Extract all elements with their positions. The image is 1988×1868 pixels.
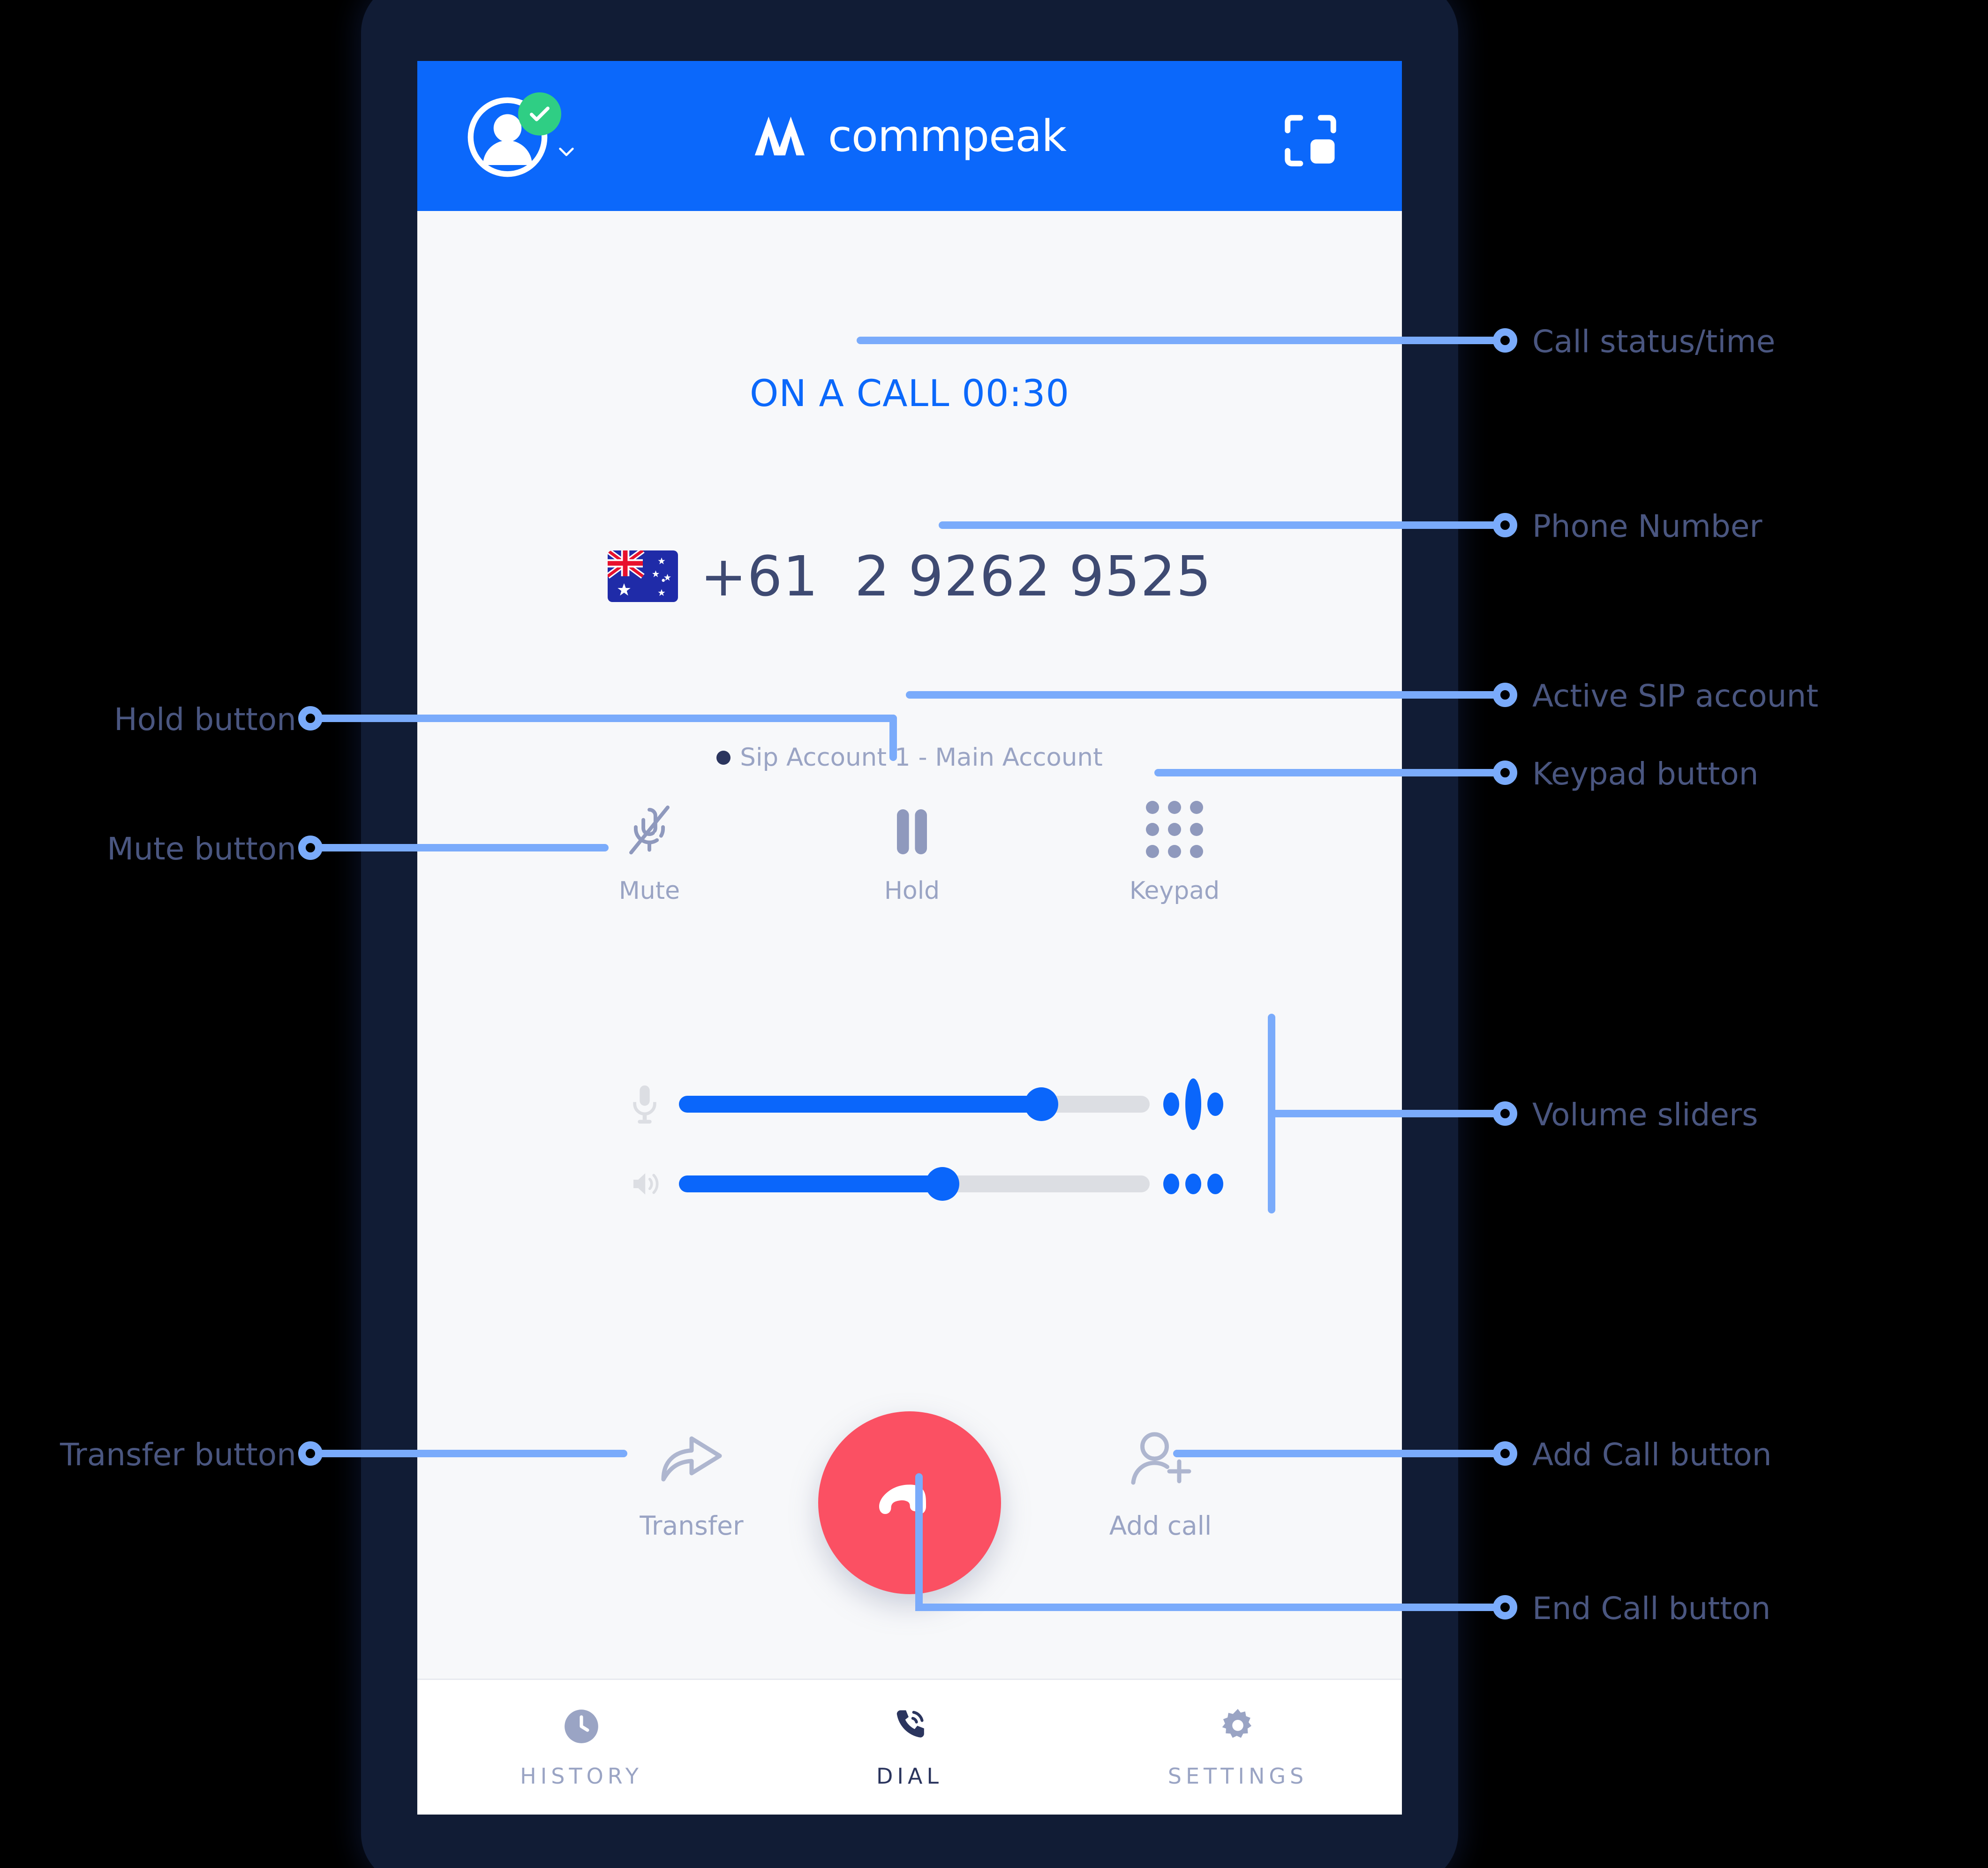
- marker-end-call: [1493, 1595, 1517, 1619]
- annotation-phone-number: Phone Number: [1532, 508, 1762, 544]
- nav-label-dial: DIAL: [876, 1763, 943, 1789]
- marker-mute: [298, 836, 323, 860]
- account-switcher[interactable]: [467, 92, 607, 181]
- hold-button[interactable]: Hold: [835, 802, 989, 905]
- sip-account-label: Sip Account 1 - Main Account: [740, 743, 1103, 772]
- bottom-navigation: HISTORY DIAL SETTINGS: [417, 1679, 1402, 1815]
- person-add-icon: [1128, 1430, 1193, 1486]
- marker-transfer: [298, 1441, 323, 1466]
- app-header: commpeak: [417, 61, 1402, 211]
- nav-label-settings: SETTINGS: [1167, 1763, 1308, 1789]
- nav-item-settings[interactable]: SETTINGS: [1074, 1706, 1402, 1789]
- volume-sliders: [619, 1064, 1228, 1224]
- keypad-label: Keypad: [1129, 877, 1220, 905]
- keypad-button[interactable]: Keypad: [1097, 801, 1252, 905]
- call-action-bar: Transfer Add call: [417, 1411, 1402, 1655]
- marker-hold: [298, 706, 323, 731]
- marker-volume: [1493, 1101, 1517, 1126]
- transfer-button[interactable]: Transfer: [591, 1430, 792, 1541]
- annotation-keypad: Keypad button: [1532, 756, 1759, 792]
- brand-name: commpeak: [828, 110, 1067, 161]
- active-sip-account[interactable]: Sip Account 1 - Main Account: [417, 743, 1402, 772]
- phone-ring-icon: [889, 1706, 930, 1747]
- microphone-volume-row: [619, 1064, 1228, 1144]
- annotation-volume: Volume sliders: [1532, 1097, 1758, 1133]
- marker-keypad: [1493, 761, 1517, 785]
- gear-icon: [1218, 1706, 1258, 1747]
- speaker-volume-row: [619, 1144, 1228, 1224]
- pause-icon: [893, 802, 931, 858]
- add-call-button[interactable]: Add call: [1060, 1430, 1261, 1541]
- mute-label: Mute: [618, 877, 680, 905]
- phone-number-row: +61 2 9262 9525: [417, 544, 1402, 609]
- end-call-button[interactable]: [818, 1411, 1001, 1594]
- check-badge-icon: [518, 92, 561, 136]
- australia-flag-icon: [607, 550, 678, 602]
- annotation-hold: Hold button: [114, 701, 296, 738]
- marker-call-status: [1493, 328, 1517, 353]
- marker-sip-account: [1493, 683, 1517, 707]
- nav-label-history: HISTORY: [520, 1763, 643, 1789]
- mute-button[interactable]: Mute: [572, 802, 727, 905]
- call-controls: Mute Hold Keypad: [572, 801, 1252, 905]
- annotation-mute: Mute button: [107, 831, 296, 867]
- phone-hangup-icon: [870, 1477, 949, 1529]
- add-call-label: Add call: [1109, 1511, 1212, 1541]
- annotation-call-status: Call status/time: [1532, 324, 1776, 360]
- nav-item-dial[interactable]: DIAL: [746, 1706, 1074, 1789]
- commpeak-mark-icon: [753, 113, 814, 158]
- dial-pad-icon: [1146, 801, 1203, 858]
- annotation-sip-account: Active SIP account: [1532, 678, 1819, 714]
- picture-in-picture-icon[interactable]: [1280, 110, 1341, 171]
- annotation-add-call: Add Call button: [1532, 1437, 1772, 1473]
- phone-number: +61 2 9262 9525: [700, 544, 1212, 609]
- nav-item-history[interactable]: HISTORY: [417, 1706, 746, 1789]
- clock-icon: [561, 1706, 602, 1747]
- speaker-volume-slider[interactable]: [679, 1167, 1150, 1201]
- brand-logo: commpeak: [753, 110, 1067, 161]
- microphone-volume-slider[interactable]: [679, 1087, 1150, 1121]
- share-arrow-icon: [656, 1430, 727, 1486]
- sip-status-dot-icon: [716, 750, 731, 765]
- chevron-down-icon[interactable]: [556, 141, 577, 162]
- annotation-end-call: End Call button: [1532, 1590, 1771, 1627]
- marker-phone-number: [1493, 513, 1517, 537]
- speaker-icon: [619, 1167, 670, 1201]
- transfer-label: Transfer: [640, 1511, 744, 1541]
- annotation-transfer: Transfer button: [60, 1437, 296, 1473]
- microphone-icon: [619, 1084, 670, 1125]
- microphone-audio-level-icon: [1158, 1078, 1228, 1130]
- hold-label: Hold: [884, 877, 940, 905]
- speaker-audio-level-icon: [1158, 1174, 1228, 1194]
- marker-add-call: [1493, 1441, 1517, 1466]
- call-status-time: ON A CALL 00:30: [750, 373, 1069, 415]
- phone-screen: commpeak ON A CALL 00:30 +61 2 9262 9525…: [417, 61, 1402, 1815]
- microphone-off-icon: [624, 802, 675, 858]
